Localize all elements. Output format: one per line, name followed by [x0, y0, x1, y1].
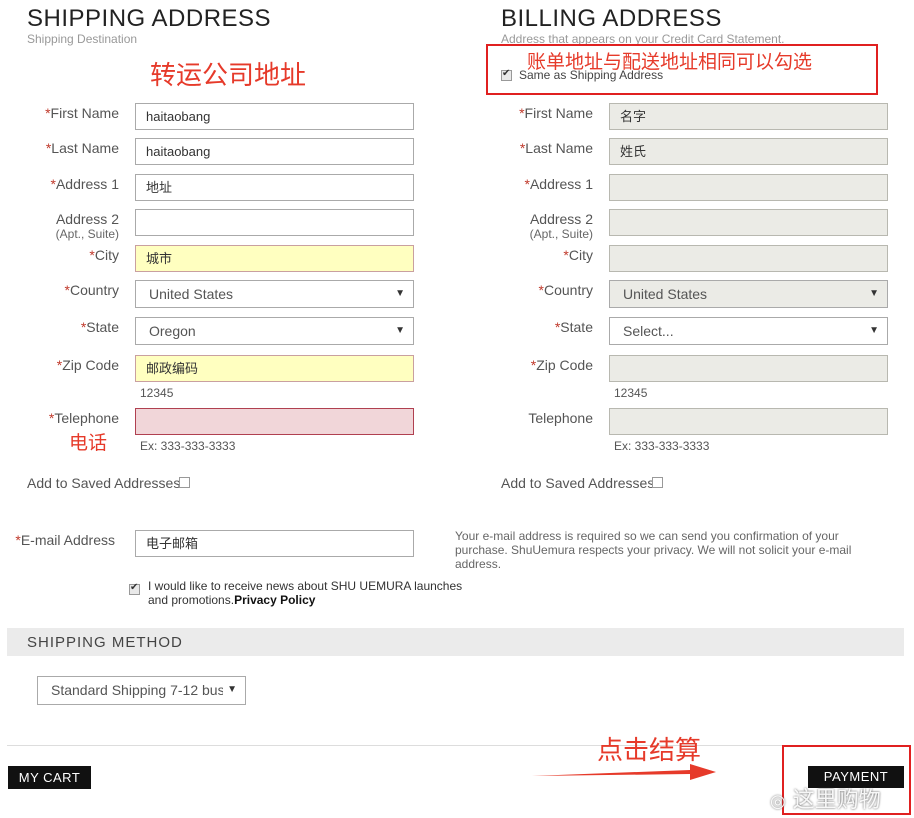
- billing-save-address-checkbox[interactable]: [652, 477, 663, 488]
- chevron-down-icon: ▼: [395, 288, 405, 299]
- billing-city-input[interactable]: [609, 245, 888, 272]
- zip-hint: 12345: [140, 386, 174, 400]
- my-cart-button[interactable]: MY CART: [8, 766, 91, 789]
- shipping-method-title: SHIPPING METHOD: [27, 634, 183, 651]
- billing-telephone-input[interactable]: [609, 408, 888, 435]
- country-label: *Country: [64, 282, 119, 298]
- email-input[interactable]: 电子邮箱: [135, 530, 414, 557]
- first-name-label: *First Name: [45, 105, 119, 121]
- shipping-title: SHIPPING ADDRESS: [27, 5, 272, 32]
- billing-telephone-hint: Ex: 333-333-3333: [614, 439, 710, 453]
- city-label: *City: [89, 247, 119, 263]
- billing-address1-input[interactable]: [609, 174, 888, 201]
- address2-label: Address 2 (Apt., Suite): [55, 211, 119, 242]
- telephone-hint: Ex: 333-333-3333: [140, 439, 236, 453]
- state-label: *State: [80, 319, 119, 335]
- shipping-annotation: 转运公司地址: [150, 61, 307, 91]
- billing-telephone-label: Telephone: [528, 410, 593, 426]
- weibo-icon: ◎: [770, 791, 786, 812]
- billing-zip-hint: 12345: [614, 386, 648, 400]
- billing-last-name-label: *Last Name: [519, 140, 593, 156]
- billing-address2-input[interactable]: [609, 209, 888, 236]
- billing-first-name-input[interactable]: 名字: [609, 103, 888, 130]
- watermark: ◎ 这里购物: [770, 788, 881, 813]
- newsletter-text: I would like to receive news about SHU U…: [148, 579, 463, 607]
- zip-label: *Zip Code: [56, 357, 119, 373]
- billing-zip-label: *Zip Code: [530, 357, 593, 373]
- billing-title: BILLING ADDRESS: [501, 5, 722, 32]
- shipping-subtitle: Shipping Destination: [27, 32, 138, 46]
- shipping-method-select[interactable]: Standard Shipping 7-12 busir ▼: [37, 676, 246, 705]
- telephone-annotation: 电话: [69, 432, 108, 454]
- billing-last-name-input[interactable]: 姓氏: [609, 138, 888, 165]
- same-as-shipping-label: Same as Shipping Address: [519, 68, 664, 82]
- footer-divider: [7, 745, 904, 746]
- chevron-down-icon: ▼: [869, 325, 879, 336]
- billing-address1-label: *Address 1: [524, 176, 594, 192]
- billing-first-name-label: *First Name: [519, 105, 593, 121]
- billing-city-label: *City: [563, 247, 593, 263]
- state-select[interactable]: Oregon ▼: [135, 317, 414, 345]
- billing-address2-label: Address 2 (Apt., Suite): [529, 211, 593, 242]
- address1-input[interactable]: 地址: [135, 174, 414, 201]
- billing-country-select[interactable]: United States ▼: [609, 280, 888, 308]
- chevron-down-icon: ▼: [223, 683, 237, 697]
- save-address-label: Add to Saved Addresses: [27, 475, 181, 491]
- first-name-input[interactable]: haitaobang: [135, 103, 414, 130]
- chevron-down-icon: ▼: [395, 325, 405, 336]
- newsletter-checkbox[interactable]: [129, 582, 140, 595]
- email-info-text: Your e-mail address is required so we ca…: [455, 529, 852, 571]
- telephone-label: *Telephone: [48, 410, 119, 426]
- save-address-checkbox[interactable]: [179, 477, 190, 488]
- same-as-shipping-checkbox[interactable]: [501, 68, 512, 81]
- billing-state-select[interactable]: Select... ▼: [609, 317, 888, 345]
- last-name-label: *Last Name: [45, 140, 119, 156]
- billing-save-address-label: Add to Saved Addresses: [501, 475, 655, 491]
- billing-country-label: *Country: [538, 282, 593, 298]
- privacy-policy-link[interactable]: Privacy Policy: [234, 593, 315, 607]
- arrow-right-icon: [532, 764, 716, 780]
- email-label: *E-mail Address: [15, 532, 115, 548]
- address2-input[interactable]: [135, 209, 414, 236]
- country-select[interactable]: United States ▼: [135, 280, 414, 308]
- zip-input[interactable]: 邮政编码: [135, 355, 414, 382]
- telephone-input[interactable]: [135, 408, 414, 435]
- billing-state-label: *State: [554, 319, 593, 335]
- chevron-down-icon: ▼: [869, 288, 879, 299]
- address1-label: *Address 1: [50, 176, 120, 192]
- payment-annotation: 点击结算: [597, 736, 702, 766]
- last-name-input[interactable]: haitaobang: [135, 138, 414, 165]
- billing-zip-input[interactable]: [609, 355, 888, 382]
- city-input[interactable]: 城市: [135, 245, 414, 272]
